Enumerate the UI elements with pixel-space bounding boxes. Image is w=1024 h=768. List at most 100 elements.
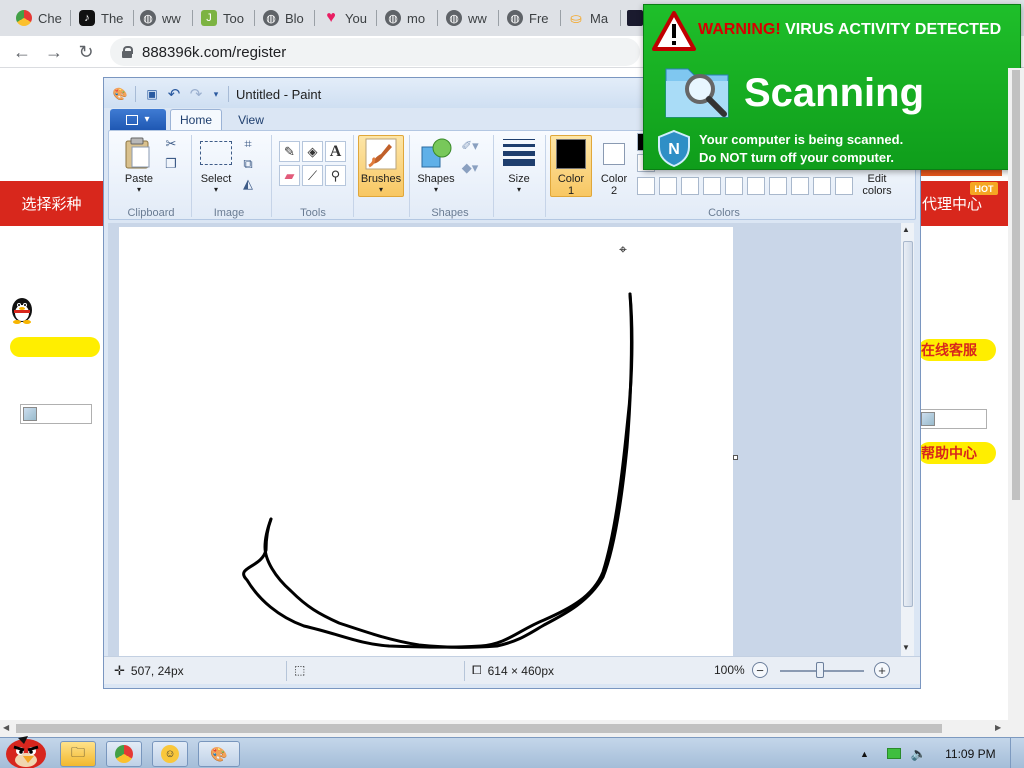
globe-icon: ◍ <box>385 10 401 26</box>
globe-icon: ◍ <box>140 10 156 26</box>
crop-icon[interactable]: ⌗ <box>239 135 257 153</box>
page-vertical-scrollbar[interactable] <box>1008 68 1024 737</box>
copy-icon[interactable]: ❐ <box>162 155 180 173</box>
page-horizontal-scrollbar[interactable]: ◀ ▶ <box>0 720 1008 737</box>
chrome-icon <box>16 10 32 26</box>
color2-label[interactable]: Color <box>594 173 634 185</box>
resize-handle[interactable] <box>733 455 738 460</box>
fill-shape-icon[interactable]: ◆▾ <box>461 159 479 177</box>
scroll-down-icon[interactable]: ▼ <box>902 643 910 652</box>
site-nav-lottery[interactable]: 选择彩种 <box>0 181 103 226</box>
browser-tab[interactable]: ⛀ Ma <box>552 0 618 36</box>
edit-colors-label: colors <box>862 185 892 197</box>
zoom-level: 100% <box>714 663 745 677</box>
size-icon[interactable] <box>503 139 535 166</box>
forward-button[interactable]: → <box>42 40 66 64</box>
taskbar-paint-button[interactable]: 🎨 <box>198 741 240 767</box>
color2-swatch[interactable] <box>603 143 625 165</box>
paint-menu-button[interactable]: ▾ <box>110 109 166 130</box>
fill-icon[interactable]: ◈ <box>302 141 323 162</box>
shapes-button[interactable]: Shapes <box>414 173 458 185</box>
group-label-shapes: Shapes <box>431 207 469 219</box>
redo-icon[interactable]: ↷ <box>188 86 204 103</box>
folder-search-icon <box>665 68 729 118</box>
tray-expand-icon[interactable]: ▲ <box>860 749 869 759</box>
page-scroll-thumb[interactable] <box>1012 70 1020 500</box>
color1-swatch <box>556 139 586 169</box>
eraser-icon[interactable]: ▰ <box>279 165 300 186</box>
pencil-icon[interactable]: ✎ <box>279 141 300 162</box>
tab-label: Fre <box>529 10 549 26</box>
group-separator <box>409 135 410 217</box>
browser-tab[interactable]: Che <box>0 0 70 36</box>
zoom-slider-thumb[interactable] <box>816 662 824 678</box>
browser-tab[interactable]: ◍ Blo <box>247 0 309 36</box>
taskbar-chrome-button[interactable] <box>106 741 142 767</box>
back-button[interactable]: ← <box>10 40 34 64</box>
scroll-left-icon[interactable]: ◀ <box>3 723 9 732</box>
tab-home[interactable]: Home <box>170 109 222 130</box>
paint-app-icon[interactable]: 🎨 <box>112 86 128 102</box>
address-bar[interactable]: 888396k.com/register <box>110 38 640 66</box>
online-service-button[interactable]: 在线客服 <box>918 339 996 361</box>
rotate-icon[interactable]: ◭ <box>239 175 257 193</box>
start-button-angry-bird-icon[interactable] <box>2 732 50 768</box>
zoom-level-text: 100% <box>714 663 745 677</box>
clock[interactable]: 11:09 PM <box>945 747 995 761</box>
scroll-up-icon[interactable]: ▲ <box>902 225 910 234</box>
warning-title: WARNING! VIRUS ACTIVITY DETECTED <box>698 21 1001 39</box>
size-button[interactable]: Size <box>499 173 539 185</box>
select-icon[interactable] <box>200 141 232 165</box>
zoom-in-button[interactable]: + <box>874 662 890 678</box>
group-label-clipboard: Clipboard <box>127 207 175 219</box>
canvas-size: ⧠ 614 × 460px <box>472 663 554 678</box>
group-separator <box>545 135 546 217</box>
canvas-vertical-scrollbar[interactable]: ▲ ▼ <box>900 223 914 656</box>
network-icon[interactable] <box>886 748 901 759</box>
taskbar: 🗀 ☺ 🎨 ▲ 🔈 11:09 PM <box>0 736 1024 768</box>
browser-tab[interactable]: ◍ ww <box>430 0 492 36</box>
tab-label: The <box>101 10 124 26</box>
cut-icon[interactable]: ✂ <box>162 135 180 153</box>
show-desktop-button[interactable] <box>1010 738 1024 768</box>
browser-tab[interactable]: ◍ Fre <box>491 0 553 36</box>
zoom-out-button[interactable]: − <box>752 662 768 678</box>
outline-icon[interactable]: ✐▾ <box>461 137 479 155</box>
taskbar-messenger-button[interactable]: ☺ <box>152 741 188 767</box>
help-center-button[interactable]: 帮助中心 <box>918 442 996 464</box>
paste-icon[interactable] <box>123 136 153 170</box>
qq-penguin-icon[interactable] <box>10 296 34 324</box>
browser-tab[interactable]: ◍ ww <box>124 0 186 36</box>
drawing-canvas[interactable]: ⌖ <box>119 227 738 657</box>
tab-view[interactable]: View <box>228 109 274 130</box>
browser-tab[interactable]: J Too <box>185 0 247 36</box>
save-icon[interactable]: ▣ <box>144 86 160 102</box>
reload-button[interactable]: ↻ <box>74 40 98 64</box>
virus-warning-popup[interactable]: WARNING! VIRUS ACTIVITY DETECTED Scannin… <box>643 4 1021 170</box>
canvas-scroll-thumb[interactable] <box>903 241 913 607</box>
browser-tab[interactable]: ♪ The <box>63 0 133 36</box>
undo-icon[interactable]: ↶ <box>166 86 182 103</box>
brushes-label: Brushes <box>360 173 402 185</box>
magnifier-icon[interactable]: ⚲ <box>325 165 346 186</box>
tab-favicon[interactable] <box>627 10 643 26</box>
taskbar-explorer-button[interactable]: 🗀 <box>60 741 96 767</box>
browser-tab[interactable]: ◍ mo <box>369 0 431 36</box>
edit-colors-button[interactable]: Edit <box>857 173 897 185</box>
color-picker-icon[interactable]: ⟋ <box>302 165 323 186</box>
select-button[interactable]: Select <box>195 173 237 185</box>
cursor-position-text: 507, 24px <box>130 664 184 678</box>
customize-toolbar-icon[interactable]: ▾ <box>208 86 224 102</box>
paste-button[interactable]: Paste <box>121 173 157 185</box>
scroll-right-icon[interactable]: ▶ <box>995 723 1001 732</box>
volume-icon[interactable]: 🔈 <box>911 746 927 762</box>
text-icon[interactable]: A <box>325 141 346 162</box>
browser-tab[interactable]: ♥ You <box>307 0 369 36</box>
canvas-size-icon: ⧠ <box>472 663 482 677</box>
resize-icon[interactable]: ⧉ <box>239 155 257 173</box>
page-hscroll-thumb[interactable] <box>16 724 942 733</box>
shapes-icon[interactable] <box>419 137 453 169</box>
chevron-down-icon: ▾ <box>378 185 383 194</box>
paint-statusbar: ✛ 507, 24px ⬚ ⧠ 614 × 460px 100% − + <box>104 656 920 684</box>
site-yellow-button[interactable] <box>10 337 100 357</box>
